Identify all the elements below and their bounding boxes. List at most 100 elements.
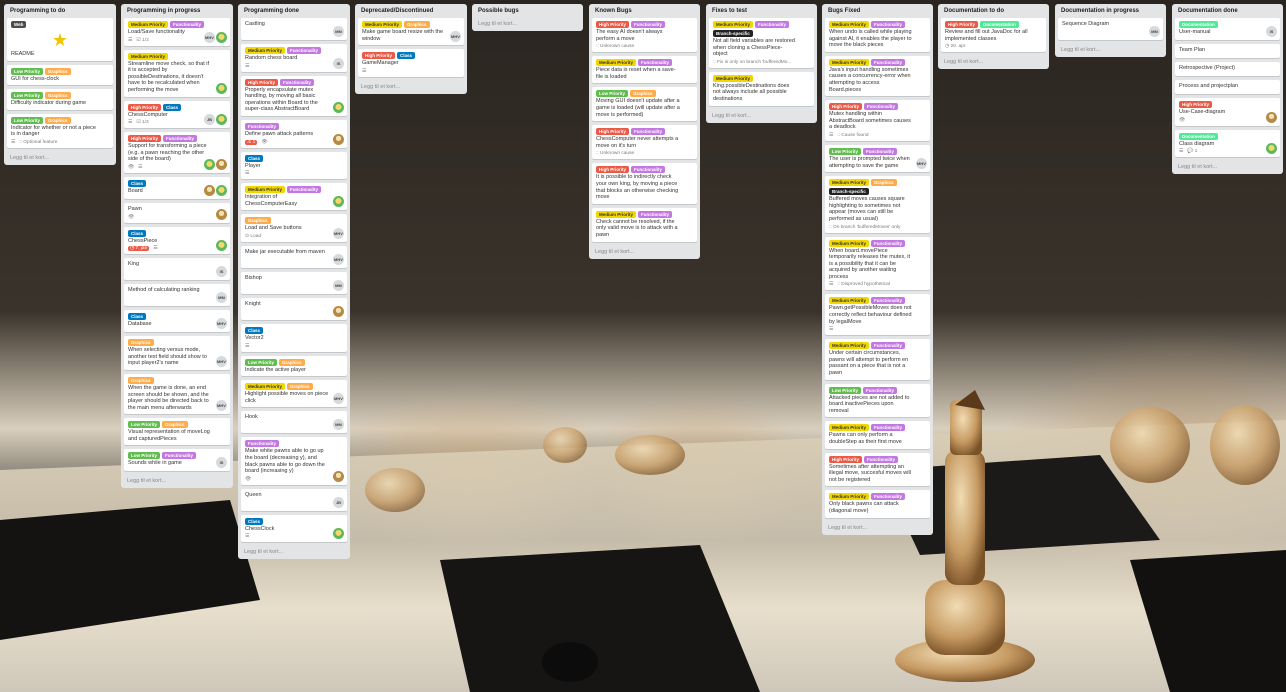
card[interactable]: Medium Priority Functionality Piece data i… [592,56,697,84]
card[interactable]: Graphics Load and Save buttons ⊙ Load MHV [241,214,347,242]
card[interactable]: Low Priority Functionality Sounds while in… [124,449,230,472]
member-avatar[interactable]: MHV [204,31,215,43]
card[interactable]: Medium Priority Functionality When undo is… [825,18,930,52]
card[interactable]: High Priority Class ChessComputer ☰ ☑ 1/3 JB [124,100,230,129]
list-title[interactable]: Known Bugs [592,7,697,18]
member-avatar[interactable]: MHV [216,355,227,367]
card[interactable]: High Priority Functionality The easy AI do… [592,18,697,53]
member-avatar[interactable]: MM [333,26,344,37]
member-avatar[interactable]: IS [216,266,227,278]
member-avatar[interactable] [1266,143,1277,155]
add-card-link[interactable]: Legg til et kort... [709,110,814,119]
list-title[interactable]: Possible bugs [475,7,580,18]
member-avatar[interactable] [216,158,227,170]
card[interactable]: Hook MM [241,411,347,434]
card[interactable]: Queen JB [241,488,347,511]
member-avatar[interactable] [333,196,344,208]
member-avatar[interactable]: MHV [333,227,344,239]
card[interactable]: King IS [124,258,230,281]
card[interactable]: Medium Priority Functionality Java's input… [825,55,930,97]
add-card-link[interactable]: Legg til et kort... [941,56,1046,65]
add-card-link[interactable]: Legg til et kort... [475,18,580,27]
card[interactable]: Class Player ☰ [241,151,347,180]
card[interactable]: Castling MM [241,18,347,40]
card[interactable]: Low Priority Graphics GUI for chess-clock [7,64,113,86]
member-avatar[interactable] [333,305,344,317]
card[interactable]: Team Plan [1175,44,1280,58]
card[interactable]: Class Vector2 ☰ [241,323,347,352]
card[interactable]: Low Priority Functionality Attacked pieces… [825,383,930,418]
member-avatar[interactable]: MHV [216,400,227,412]
member-avatar[interactable] [216,114,227,126]
list-title[interactable]: Deprecated/Discontinued [358,7,464,18]
card[interactable]: Medium Priority Streamline move check, so… [124,49,230,97]
card[interactable]: Medium Priority Functionality Pawn.getPoss… [825,294,930,336]
member-avatar[interactable] [216,240,227,252]
card[interactable]: Class Database MHV [124,310,230,333]
card[interactable]: Method of calculating ranking MM [124,284,230,307]
card[interactable]: Documentation User-manual IS [1175,18,1280,40]
add-card-link[interactable]: Legg til et kort... [124,475,230,484]
card[interactable]: Medium Priority Functionality Check cannot… [592,207,697,242]
card[interactable]: Low Priority Graphics Indicate the active … [241,355,347,377]
member-avatar[interactable] [204,158,215,170]
list-title[interactable]: Bugs Fixed [825,7,930,18]
list-title[interactable]: Documentation done [1175,7,1280,18]
list-title[interactable]: Fixes to test [709,7,814,18]
card[interactable]: High Priority Documentation Review and fil… [941,18,1046,53]
card[interactable]: Medium Priority Functionality Random chess… [241,44,347,72]
card[interactable]: Medium Priority Graphics Highlight possibl… [241,380,347,408]
member-avatar[interactable]: MHV [916,158,927,170]
card[interactable]: Documentation Class diagram ☰ 💬 1 [1175,129,1280,158]
card[interactable]: Medium Priority Functionality Integration … [241,183,347,211]
member-avatar[interactable]: MM [1149,26,1160,37]
card[interactable]: High Priority Class GameManager ☰ [358,49,464,77]
card[interactable]: Medium Priority Functionality When board.m… [825,236,930,291]
card[interactable]: Functionality Define pawn attack patterns… [241,119,347,148]
card[interactable]: Functionality Make white pawns able to go… [241,437,347,485]
member-avatar[interactable] [216,184,227,196]
card[interactable]: Low Priority Graphics Difficulty indicator… [7,89,113,110]
list-title[interactable]: Documentation in progress [1058,7,1163,18]
add-card-link[interactable]: Legg til et kort... [358,81,464,90]
member-avatar[interactable] [333,528,344,540]
card[interactable]: Bishop MM [241,271,347,294]
card[interactable]: Graphics When the game is done, an end sc… [124,373,230,415]
member-avatar[interactable]: MHV [333,253,344,265]
card[interactable]: Sequence Diagram MM [1058,18,1163,40]
card[interactable]: High Priority Functionality ChessComputer … [592,125,697,160]
card[interactable]: High Priority Functionality Sometimes afte… [825,452,930,487]
card[interactable]: Class Board [124,176,230,199]
add-card-link[interactable]: Legg til et kort... [7,152,113,161]
card[interactable]: High Priority Use-Case-diagram 👁 [1175,98,1280,126]
member-avatar[interactable]: IS [333,57,344,69]
card[interactable]: Class ChessPiece ◷ 7. jan ☰ [124,226,230,255]
add-card-link[interactable]: Legg til et kort... [825,522,930,531]
card[interactable]: High Priority Functionality It is possible… [592,163,697,204]
member-avatar[interactable] [333,470,344,482]
card[interactable]: Process and projectplan [1175,80,1280,94]
member-avatar[interactable]: MM [333,419,344,431]
list-title[interactable]: Documentation to do [941,7,1046,18]
card[interactable]: Low Priority Functionality The user is pro… [825,144,930,173]
card[interactable]: Medium Priority Functionality Only black p… [825,490,930,518]
card[interactable]: Medium Priority Functionality Branch-speci… [709,18,814,68]
list-title[interactable]: Programming in progress [124,7,230,18]
card[interactable]: Medium Priority King.possibleDestinations… [709,71,814,106]
member-avatar[interactable] [216,208,227,220]
card[interactable]: Low Priority Graphics Moving GUI doesn't u… [592,87,697,122]
card[interactable]: Knight [241,297,347,320]
list-title[interactable]: Programming done [241,7,347,18]
add-card-link[interactable]: Legg til et kort... [1175,161,1280,170]
member-avatar[interactable] [216,31,227,43]
card[interactable]: Medium Priority Graphics Make game board r… [358,18,464,46]
card[interactable]: Pawn 👁 [124,202,230,223]
member-avatar[interactable]: IS [216,457,227,469]
member-avatar[interactable]: JB [333,496,344,508]
card[interactable]: Make jar executable from maven MHV [241,245,347,268]
member-avatar[interactable] [1266,111,1277,123]
card[interactable]: High Priority Functionality Support for tr… [124,132,230,173]
card[interactable]: Medium Priority Functionality Pawns can on… [825,421,930,449]
card[interactable]: High Priority Functionality Properly encap… [241,75,347,116]
add-card-link[interactable]: Legg til et kort... [592,246,697,255]
